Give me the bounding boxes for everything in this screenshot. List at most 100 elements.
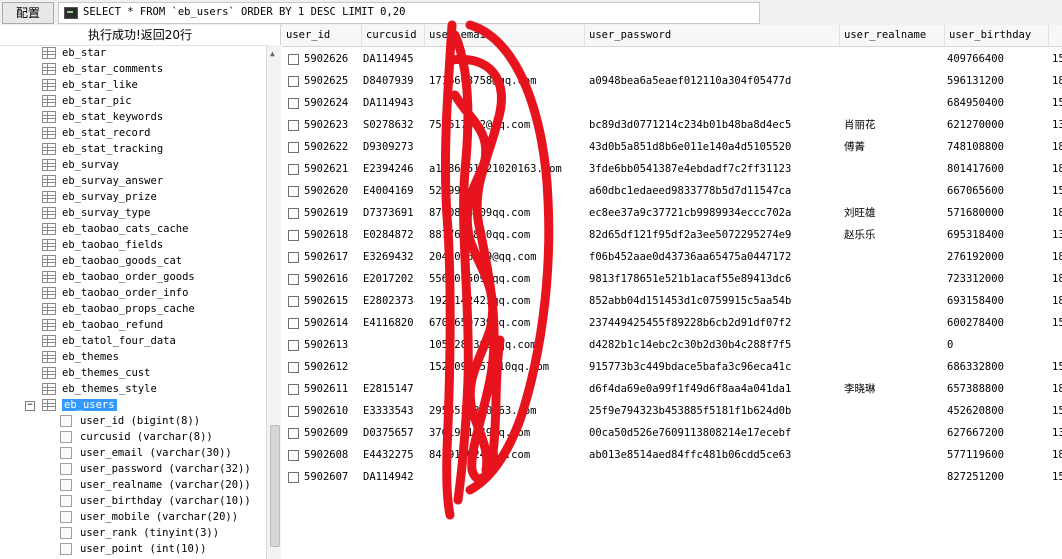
tree-item-table[interactable]: eb_star_pic: [42, 93, 132, 109]
cell-curcusid[interactable]: D7373691: [363, 202, 414, 224]
table-row[interactable]: 5902618 E0284872 8877608860qq.com 82d65df12…: [282, 224, 1062, 246]
table-row[interactable]: 5902611 E2815147 d6f4da69e0a99f1f49d6f8aa4…: [282, 378, 1062, 400]
tree-item-table[interactable]: eb_taobao_cats_cache: [42, 221, 188, 237]
cell-user-email[interactable]: 1923142423qq.com: [429, 290, 530, 312]
cell-curcusid[interactable]: E4004169: [363, 180, 414, 202]
cell-user-mobile[interactable]: 18: [1052, 136, 1062, 158]
cell-user-email[interactable]: 52999: [429, 180, 461, 202]
scroll-up-arrow-icon[interactable]: ▲: [270, 49, 275, 58]
cell-user-password[interactable]: 25f9e794323b453885f5181f1b624d0b: [589, 400, 791, 422]
table-row[interactable]: 5902626 DA114945 409766400 15: [282, 48, 1062, 70]
tree-item-column[interactable]: user_birthday (varchar(10)): [60, 493, 251, 509]
cell-user-password[interactable]: a60dbc1edaeed9833778b5d7d11547ca: [589, 180, 791, 202]
row-checkbox[interactable]: [288, 384, 299, 395]
cell-user-mobile[interactable]: 15: [1052, 466, 1062, 488]
tree-item-table[interactable]: eb_taobao_order_info: [42, 285, 188, 301]
config-button[interactable]: 配置: [2, 2, 54, 24]
cell-user-birthday[interactable]: 748108800: [947, 136, 1004, 158]
row-checkbox[interactable]: [288, 252, 299, 263]
cell-user-mobile[interactable]: 13: [1052, 224, 1062, 246]
cell-user-mobile[interactable]: 15: [1052, 356, 1062, 378]
cell-user-id[interactable]: 5902617: [304, 246, 348, 268]
cell-user-mobile[interactable]: 13: [1052, 114, 1062, 136]
tree-item-table[interactable]: eb_tatol_four_data: [42, 333, 176, 349]
table-row[interactable]: 5902616 E2017202 5569065099qq.com 9813f1786…: [282, 268, 1062, 290]
tree-item-table[interactable]: eb_survay_answer: [42, 173, 163, 189]
row-checkbox[interactable]: [288, 472, 299, 483]
table-row[interactable]: 5902609 D0375657 3761981949qq.com 00ca50d52…: [282, 422, 1062, 444]
header-user-id[interactable]: user_id: [282, 25, 362, 46]
cell-user-birthday[interactable]: 693158400: [947, 290, 1004, 312]
cell-user-mobile[interactable]: 18: [1052, 290, 1062, 312]
cell-user-password[interactable]: 82d65df121f95df2a3ee5072295274e9: [589, 224, 791, 246]
header-user-birthday[interactable]: user_birthday: [945, 25, 1049, 46]
tree-item-table[interactable]: eb_survay_type: [42, 205, 151, 221]
cell-user-birthday[interactable]: 596131200: [947, 70, 1004, 92]
cell-user-mobile[interactable]: 15: [1052, 180, 1062, 202]
cell-curcusid[interactable]: DA114943: [363, 92, 414, 114]
collapse-toggle-icon[interactable]: −: [25, 401, 35, 411]
table-row[interactable]: 5902613 1052280399@qq.com d4282b1c14ebc2c3…: [282, 334, 1062, 356]
row-checkbox[interactable]: [288, 54, 299, 65]
row-checkbox[interactable]: [288, 164, 299, 175]
cell-user-email[interactable]: 751617582@qq.com: [429, 114, 530, 136]
cell-user-password[interactable]: bc89d3d0771214c234b01b48ba8d4ec5: [589, 114, 791, 136]
table-row[interactable]: 5902610 E3333543 2956538380163.com 25f9e794…: [282, 400, 1062, 422]
row-checkbox[interactable]: [288, 362, 299, 373]
cell-user-id[interactable]: 5902626: [304, 48, 348, 70]
cell-user-id[interactable]: 5902615: [304, 290, 348, 312]
row-checkbox[interactable]: [288, 274, 299, 285]
cell-user-email[interactable]: 6700659739qq.com: [429, 312, 530, 334]
cell-user-birthday[interactable]: 827251200: [947, 466, 1004, 488]
cell-user-realname[interactable]: 李晓琳: [844, 378, 876, 400]
header-curcusid[interactable]: curcusid: [362, 25, 425, 46]
cell-user-realname[interactable]: 刘旺雄: [844, 202, 876, 224]
cell-user-id[interactable]: 5902620: [304, 180, 348, 202]
table-row[interactable]: 5902615 E2802373 1923142423qq.com 852abb04d…: [282, 290, 1062, 312]
cell-curcusid[interactable]: E2394246: [363, 158, 414, 180]
cell-curcusid[interactable]: DA114942: [363, 466, 414, 488]
row-checkbox[interactable]: [288, 76, 299, 87]
row-checkbox[interactable]: [288, 406, 299, 417]
cell-user-mobile[interactable]: 15: [1052, 48, 1062, 70]
cell-curcusid[interactable]: E0284872: [363, 224, 414, 246]
cell-user-id[interactable]: 5902607: [304, 466, 348, 488]
cell-user-birthday[interactable]: 667065600: [947, 180, 1004, 202]
tree-item-table[interactable]: eb_themes_style: [42, 381, 157, 397]
cell-user-id[interactable]: 5902613: [304, 334, 348, 356]
tree-item-table[interactable]: eb_stat_keywords: [42, 109, 163, 125]
cell-user-birthday[interactable]: 657388800: [947, 378, 1004, 400]
cell-curcusid[interactable]: E2017202: [363, 268, 414, 290]
cell-user-password[interactable]: ab013e8514aed84ffc481b06cdd5ce63: [589, 444, 791, 466]
cell-user-mobile[interactable]: 18: [1052, 378, 1062, 400]
row-checkbox[interactable]: [288, 186, 299, 197]
cell-user-birthday[interactable]: 695318400: [947, 224, 1004, 246]
table-row[interactable]: 5902617 E3269432 2045066759@qq.com f06b452a…: [282, 246, 1062, 268]
cell-user-email[interactable]: 3761981949qq.com: [429, 422, 530, 444]
tree-item-table-selected[interactable]: eb_users: [42, 397, 117, 413]
table-row[interactable]: 5902619 D7373691 8700803509qq.com ec8ee37a9…: [282, 202, 1062, 224]
cell-user-id[interactable]: 5902621: [304, 158, 348, 180]
cell-user-id[interactable]: 5902625: [304, 70, 348, 92]
cell-user-id[interactable]: 5902608: [304, 444, 348, 466]
cell-user-id[interactable]: 5902614: [304, 312, 348, 334]
cell-user-email[interactable]: 5569065099qq.com: [429, 268, 530, 290]
cell-curcusid[interactable]: E2802373: [363, 290, 414, 312]
cell-user-email[interactable]: 8479120240qq.com: [429, 444, 530, 466]
cell-user-email[interactable]: 8877608860qq.com: [429, 224, 530, 246]
table-row[interactable]: 5902607 DA114942 827251200 15: [282, 466, 1062, 488]
cell-user-birthday[interactable]: 684950400: [947, 92, 1004, 114]
cell-user-password[interactable]: d6f4da69e0a99f1f49d6f8aa4a041da1: [589, 378, 791, 400]
tree-item-column[interactable]: curcusid (varchar(8)): [60, 429, 213, 445]
scrollbar-thumb[interactable]: [270, 425, 280, 547]
row-checkbox[interactable]: [288, 120, 299, 131]
tree-item-table[interactable]: eb_themes_cust: [42, 365, 151, 381]
table-row[interactable]: 5902614 E4116820 6700659739qq.com 237449425…: [282, 312, 1062, 334]
row-checkbox[interactable]: [288, 142, 299, 153]
cell-user-birthday[interactable]: 571680000: [947, 202, 1004, 224]
cell-user-birthday[interactable]: 686332800: [947, 356, 1004, 378]
cell-user-birthday[interactable]: 577119600: [947, 444, 1004, 466]
table-row[interactable]: 5902620 E4004169 52999 a60dbc1edaeed9833778…: [282, 180, 1062, 202]
tree-item-table[interactable]: eb_stat_tracking: [42, 141, 163, 157]
table-row[interactable]: 5902624 DA114943 684950400 15: [282, 92, 1062, 114]
